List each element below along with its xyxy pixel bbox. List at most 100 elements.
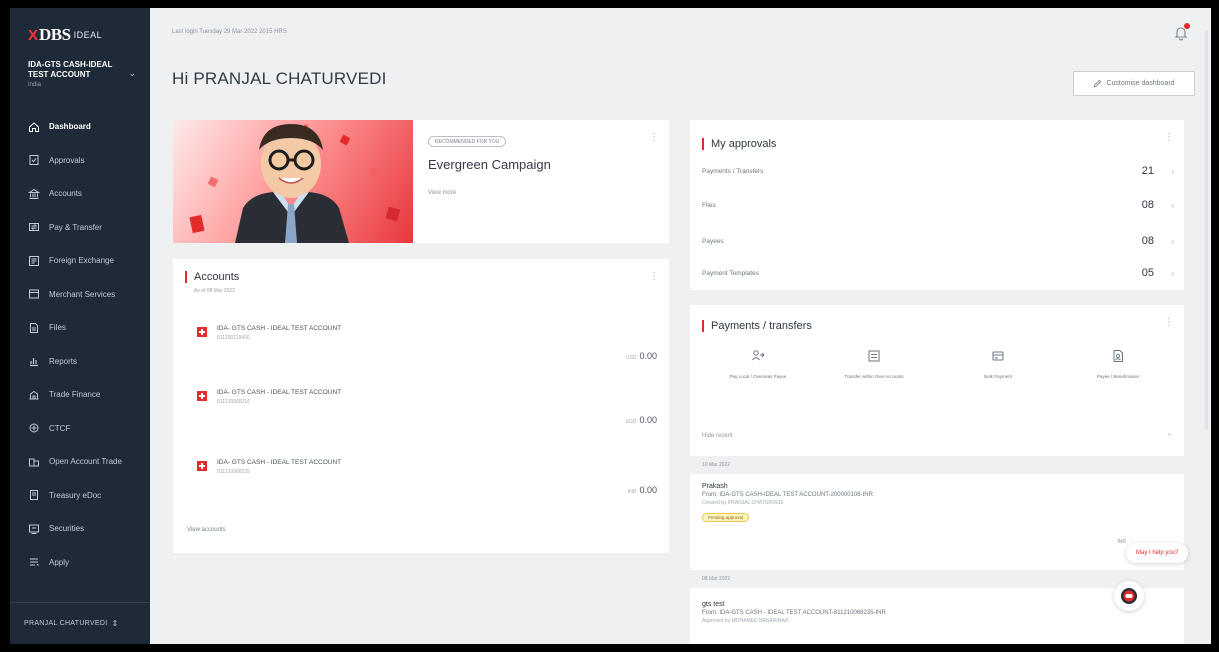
- sidebar-item-pay-transfer[interactable]: Pay & Transfer: [10, 211, 150, 245]
- sidebar-item-foreign-exchange[interactable]: Foreign Exchange: [10, 244, 150, 278]
- sidebar-item-trade-finance[interactable]: Trade Finance: [10, 378, 150, 412]
- user-menu[interactable]: PRANJAL CHATURVEDI ⇕: [10, 602, 150, 644]
- sidebar-item-label: Securities: [49, 524, 85, 534]
- quick-action-payee[interactable]: Payee / Beneficiaries: [1088, 349, 1148, 409]
- sidebar-item-label: Accounts: [49, 189, 82, 199]
- approvals-card: My approvals ⋮ Payments / Transfers 21 ›…: [690, 120, 1184, 290]
- chevron-right-icon: ›: [1171, 268, 1174, 278]
- sidebar-item-dashboard[interactable]: Dashboard: [10, 110, 150, 144]
- payee-icon: [1113, 350, 1123, 362]
- child-portrait-illustration: [235, 124, 349, 243]
- transaction-from: From: IDA-GTS CASH - IDEAL TEST ACCOUNT-…: [702, 610, 886, 616]
- sidebar-item-accounts[interactable]: Accounts: [10, 177, 150, 211]
- hide-recent-label: Hide recent: [702, 433, 733, 439]
- balance-value: 0.00: [639, 351, 657, 361]
- scrollbar[interactable]: [1205, 30, 1208, 430]
- chevron-right-icon: ›: [1171, 166, 1174, 176]
- kebab-menu-icon[interactable]: ⋮: [1164, 317, 1174, 328]
- campaign-title: Evergreen Campaign: [428, 157, 551, 172]
- merchant-icon: [28, 288, 40, 300]
- help-bubble[interactable]: May I help you?: [1126, 543, 1189, 563]
- approval-row-payments[interactable]: Payments / Transfers 21 ›: [702, 160, 1174, 182]
- approval-row-payees[interactable]: Payees 08 ›: [702, 230, 1174, 252]
- approval-label: Payees: [702, 237, 724, 245]
- payments-title: Payments / transfers: [702, 320, 812, 332]
- securities-icon: [28, 523, 40, 535]
- account-row[interactable]: IDA- GTS CASH - IDEAL TEST ACCOUNT 81121…: [187, 383, 657, 443]
- sidebar-item-reports[interactable]: Reports: [10, 345, 150, 379]
- approval-count: 08: [1141, 235, 1154, 247]
- chevron-up-icon: ⌃: [1166, 434, 1172, 440]
- sidebar-item-label: Dashboard: [49, 122, 91, 132]
- transaction-currency: INR: [1117, 539, 1126, 545]
- view-accounts-link[interactable]: View accounts: [187, 527, 226, 533]
- account-number: 811210068216: [217, 399, 250, 405]
- kebab-menu-icon[interactable]: ⋮: [1164, 132, 1174, 143]
- flag-icon: [197, 391, 207, 401]
- kebab-menu-icon[interactable]: ⋮: [649, 271, 659, 282]
- account-name: IDA- GTS CASH - IDEAL TEST ACCOUNT: [217, 325, 342, 332]
- hide-recent-toggle[interactable]: Hide recent ⌃: [702, 433, 1172, 440]
- account-number: 811210068235: [217, 469, 250, 475]
- sidebar: X DBS IDEAL IDA-GTS CASH-IDEAL TEST ACCO…: [10, 8, 150, 644]
- organisation-switcher[interactable]: IDA-GTS CASH-IDEAL TEST ACCOUNT India ⌄: [10, 48, 150, 106]
- sidebar-item-label: CTCF: [49, 423, 71, 433]
- quick-action-label: Bulk Payment: [984, 374, 1012, 379]
- sidebar-item-treasury-edoc[interactable]: Treasury eDoc: [10, 479, 150, 513]
- logo-mark: X: [28, 26, 39, 44]
- sidebar-item-ctcf[interactable]: CTCF: [10, 412, 150, 446]
- own-transfer-icon: [868, 350, 880, 362]
- dbs-logo[interactable]: X DBS IDEAL: [10, 8, 150, 48]
- sidebar-item-files[interactable]: Files: [10, 311, 150, 345]
- sidebar-item-apply[interactable]: Apply: [10, 546, 150, 580]
- apply-icon: [28, 556, 40, 568]
- accounts-card: Accounts As of 08 Mar 2022 ⋮ IDA- GTS CA…: [173, 259, 669, 553]
- status-badge: Pending approval: [702, 513, 750, 522]
- customise-dashboard-button[interactable]: Customise dashboard: [1073, 71, 1195, 96]
- kebab-menu-icon[interactable]: ⋮: [649, 132, 659, 143]
- approval-row-templates[interactable]: Payment Templates 05 ›: [702, 262, 1174, 284]
- approvals-icon: [28, 154, 40, 166]
- approval-row-files[interactable]: Files 08 ›: [702, 194, 1174, 216]
- account-number: 811200119400: [217, 335, 250, 341]
- quick-action-own-transfer[interactable]: Transfer within Own Accounts: [844, 349, 904, 409]
- sidebar-item-label: Trade Finance: [49, 390, 101, 400]
- sidebar-item-securities[interactable]: Securities: [10, 512, 150, 546]
- sidebar-item-label: Apply: [49, 557, 70, 567]
- approval-label: Payment Templates: [702, 269, 759, 277]
- sidebar-item-label: Files: [49, 323, 66, 333]
- quick-action-pay-payee[interactable]: Pay Local / Overseas Payee: [728, 349, 788, 409]
- transaction-item[interactable]: gts test From: IDA-GTS CASH - IDEAL TEST…: [702, 601, 1172, 624]
- approval-count: 05: [1141, 267, 1154, 279]
- account-name: IDA- GTS CASH - IDEAL TEST ACCOUNT: [217, 389, 342, 396]
- chevron-down-icon: ⌄: [128, 68, 136, 78]
- quick-action-bulk-payment[interactable]: Bulk Payment: [968, 349, 1028, 409]
- account-balance: SGD 0.00: [626, 415, 657, 425]
- account-balance: INR 0.00: [628, 485, 657, 495]
- sidebar-item-open-account-trade[interactable]: Open Account Trade: [10, 445, 150, 479]
- account-row[interactable]: IDA- GTS CASH - IDEAL TEST ACCOUNT 81120…: [187, 319, 657, 379]
- view-more-link[interactable]: View more: [428, 190, 456, 196]
- accounts-icon: [28, 188, 40, 200]
- transaction-created-by: Created by PRANJAL CHATURVEDI: [702, 500, 784, 506]
- approvals-title: My approvals: [702, 138, 776, 150]
- sidebar-item-merchant-services[interactable]: Merchant Services: [10, 278, 150, 312]
- sidebar-item-label: Open Account Trade: [49, 457, 122, 467]
- quick-action-label: Payee / Beneficiaries: [1096, 374, 1140, 379]
- approval-label: Payments / Transfers: [702, 167, 764, 175]
- flag-icon: [197, 327, 207, 337]
- screenshot-frame: X DBS IDEAL IDA-GTS CASH-IDEAL TEST ACCO…: [0, 0, 1219, 652]
- chat-assistant-icon[interactable]: [1114, 581, 1144, 611]
- treasury-icon: [28, 489, 40, 501]
- quick-action-label: Transfer within Own Accounts: [844, 374, 904, 379]
- balance-value: 0.00: [639, 485, 657, 495]
- sidebar-item-approvals[interactable]: Approvals: [10, 144, 150, 178]
- payments-card: Payments / transfers ⋮ Pay Local / Overs…: [690, 305, 1184, 644]
- transaction-payee: gts test: [702, 601, 725, 608]
- user-name: PRANJAL CHATURVEDI: [24, 620, 108, 627]
- pay-payee-icon: [752, 350, 765, 361]
- transaction-item[interactable]: Prakash From: IDA-GTS CASH-IDEAL TEST AC…: [702, 483, 1172, 545]
- account-name: IDA- GTS CASH - IDEAL TEST ACCOUNT: [217, 459, 342, 466]
- notification-bell-icon[interactable]: [1173, 23, 1190, 41]
- account-row[interactable]: IDA- GTS CASH - IDEAL TEST ACCOUNT 81121…: [187, 453, 657, 513]
